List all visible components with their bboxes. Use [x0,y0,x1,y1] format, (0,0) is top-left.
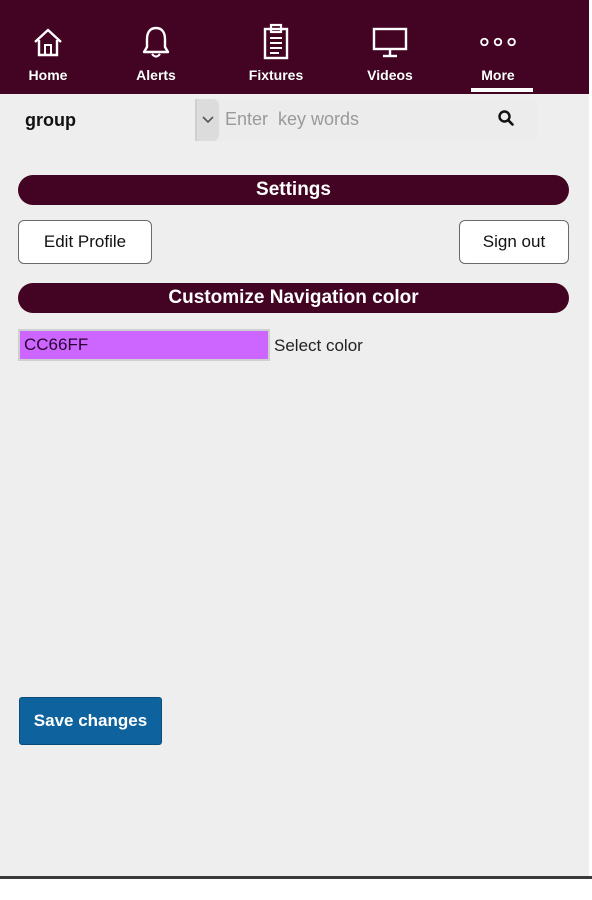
clipboard-icon [256,22,296,62]
navigation-color-section-header: Customize Navigation color [18,283,569,313]
home-icon [28,22,68,62]
bell-icon [136,22,176,62]
nav-label-videos: Videos [367,67,413,83]
select-color-label[interactable]: Select color [274,336,363,356]
search-input[interactable] [225,105,485,133]
settings-section-header: Settings [18,175,569,205]
bottom-edge-divider [0,876,592,879]
edit-profile-button[interactable]: Edit Profile [18,220,152,264]
nav-label-more: More [481,67,515,83]
navigation-color-input[interactable] [18,329,270,361]
nav-item-fixtures[interactable]: Fixtures [239,0,313,94]
save-changes-button[interactable]: Save changes [19,697,162,745]
top-navigation-bar: Home Alerts Fixtures Videos More [0,0,589,94]
search-button[interactable] [493,107,519,133]
group-label: group [25,110,76,130]
sign-out-button[interactable]: Sign out [459,220,569,264]
search-box [195,99,537,141]
chevron-down-icon [202,111,214,129]
nav-label-home: Home [28,67,68,83]
nav-item-videos[interactable]: Videos [358,0,422,94]
nav-item-more[interactable]: More [468,0,528,94]
app-container: Home Alerts Fixtures Videos More group E… [0,0,592,876]
nav-label-fixtures: Fixtures [248,67,304,83]
search-scope-dropdown[interactable] [197,99,219,141]
nav-item-alerts[interactable]: Alerts [126,0,186,94]
nav-label-alerts: Alerts [136,67,176,83]
search-icon [497,109,515,132]
more-dots-icon [478,22,518,62]
active-tab-indicator [471,88,533,92]
monitor-icon [370,22,410,62]
nav-item-home[interactable]: Home [18,0,78,94]
search-bar: group [0,94,589,146]
